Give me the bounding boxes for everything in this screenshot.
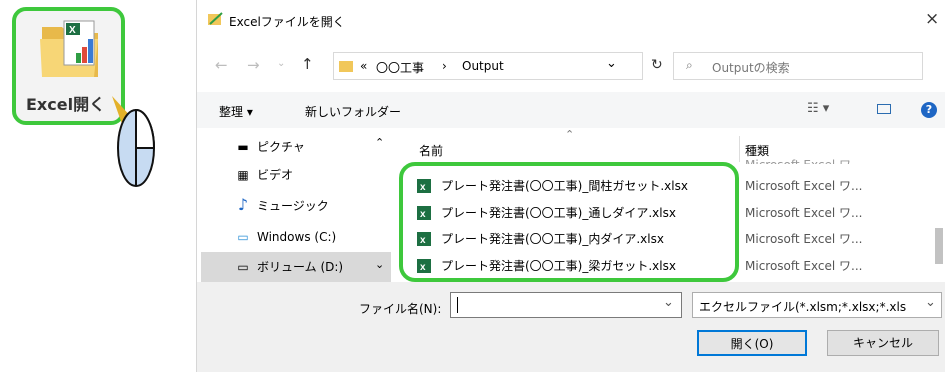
nav-scroll-up-icon[interactable]: ⌃ [375, 136, 384, 149]
excel-file-icon: x [417, 206, 431, 220]
file-list-scrollbar[interactable] [935, 228, 943, 264]
file-type: Microsoft Excel ワ... [745, 232, 863, 246]
music-icon: ♪ [237, 195, 249, 214]
search-placeholder: Outputの検索 [712, 61, 790, 75]
open-file-dialog: Excelファイルを開く × ← → ⌄ ↑ « 〇〇工事 › Output ⌄… [196, 0, 945, 372]
pictures-icon: ▬ [237, 140, 249, 154]
filename-input[interactable]: ⌄ [450, 292, 682, 318]
filename-label: ファイル名(N): [359, 302, 442, 316]
file-name: プレート発注書(〇〇工事)_梁ガセット.xlsx [441, 259, 676, 273]
navigation-pane: ▬ ピクチャ ▦ ビデオ ♪ ミュージック ▭ Windows (C:) ▭ ボリューム … [197, 132, 397, 282]
address-dropdown-icon[interactable]: ⌄ [606, 56, 617, 71]
nav-item-videos[interactable]: ▦ ビデオ [235, 164, 293, 186]
drive-d-icon: ▭ [237, 260, 249, 274]
forward-icon[interactable]: → [247, 56, 260, 74]
close-icon[interactable]: × [925, 9, 939, 29]
file-type: Microsoft Excel ワ... [745, 259, 863, 273]
address-prefix: « [360, 59, 368, 73]
file-name: プレート発注書(〇〇工事)_通しダイア.xlsx [441, 206, 676, 220]
svg-text:x: x [420, 235, 426, 246]
partial-row-type: Microsoft Excel ワ... [745, 156, 862, 164]
videos-icon: ▦ [237, 168, 249, 182]
up-icon[interactable]: ↑ [301, 55, 314, 73]
mouse-pointer-illustration [112, 96, 156, 187]
cancel-button[interactable]: キャンセル [827, 330, 939, 356]
svg-text:x: x [420, 262, 426, 273]
nav-item-music[interactable]: ♪ ミュージック [235, 194, 329, 216]
file-row[interactable]: x プレート発注書(〇〇工事)_内ダイア.xlsx Microsoft Exce… [401, 227, 945, 251]
sort-indicator-icon: ⌃ [565, 128, 575, 141]
file-name: プレート発注書(〇〇工事)_内ダイア.xlsx [441, 232, 664, 246]
nav-item-pictures[interactable]: ▬ ピクチャ [235, 136, 305, 158]
svg-text:x: x [420, 182, 426, 193]
dialog-title-bar: Excelファイルを開く × [197, 0, 945, 38]
back-icon[interactable]: ← [215, 56, 228, 74]
breadcrumb-separator: › [442, 59, 447, 73]
nav-item-drive-d[interactable]: ▭ ボリューム (D:) [235, 256, 343, 278]
file-list: 名前 ⌃ 種類 Microsoft Excel ワ... x プレート発注書(〇… [401, 128, 945, 282]
filetype-dropdown-icon: ⌄ [925, 295, 936, 310]
address-bar[interactable]: « 〇〇工事 › Output ⌄ [333, 52, 643, 80]
text-caret [457, 297, 458, 313]
search-icon: ⌕ [686, 58, 693, 72]
organize-menu[interactable]: 整理 ▾ [219, 103, 253, 120]
filetype-select[interactable]: エクセルファイル(*.xlsm;*.xlsx;*.xls ⌄ [692, 292, 942, 318]
breadcrumb-parent[interactable]: 〇〇工事 [376, 59, 424, 76]
column-divider[interactable] [739, 136, 740, 162]
breadcrumb-current[interactable]: Output [462, 59, 504, 73]
excel-file-icon: x [417, 232, 431, 246]
file-row[interactable]: x プレート発注書(〇〇工事)_間柱ガセット.xlsx Microsoft Ex… [401, 174, 945, 198]
nav-scroll-down-icon[interactable]: ⌄ [375, 258, 384, 271]
filetype-value: エクセルファイル(*.xlsm;*.xlsx;*.xls [699, 300, 907, 314]
search-box[interactable]: ⌕ Outputの検索 [673, 52, 923, 80]
new-folder-button[interactable]: 新しいフォルダー [305, 103, 401, 120]
recent-locations-icon[interactable]: ⌄ [277, 58, 285, 69]
excel-file-icon: x [417, 259, 431, 273]
folder-icon [339, 61, 353, 72]
excel-folder-icon: X [40, 20, 98, 77]
dialog-footer: ファイル名(N): ⌄ エクセルファイル(*.xlsm;*.xlsx;*.xls… [197, 282, 945, 372]
file-type: Microsoft Excel ワ... [745, 206, 863, 220]
dialog-app-icon [208, 12, 223, 25]
drive-c-icon: ▭ [237, 230, 249, 244]
filename-dropdown-icon[interactable]: ⌄ [663, 295, 674, 310]
column-header-name[interactable]: 名前 [419, 142, 443, 159]
nav-item-drive-c[interactable]: ▭ Windows (C:) [235, 226, 336, 248]
file-row[interactable]: x プレート発注書(〇〇工事)_通しダイア.xlsx Microsoft Exc… [401, 201, 945, 225]
view-options-icon[interactable]: ☷ ▾ [807, 101, 829, 116]
file-type: Microsoft Excel ワ... [745, 179, 863, 193]
excel-open-label: Excel開く [26, 95, 106, 114]
file-name: プレート発注書(〇〇工事)_間柱ガセット.xlsx [441, 179, 688, 193]
preview-pane-icon[interactable] [877, 104, 891, 114]
address-row: ← → ⌄ ↑ « 〇〇工事 › Output ⌄ ↻ ⌕ Outputの検索 [197, 46, 945, 86]
excel-file-icon: x [417, 179, 431, 193]
dialog-title: Excelファイルを開く [229, 15, 345, 29]
help-icon[interactable]: ? [921, 102, 937, 118]
file-row[interactable]: x プレート発注書(〇〇工事)_梁ガセット.xlsx Microsoft Exc… [401, 254, 945, 278]
dialog-toolbar: 整理 ▾ 新しいフォルダー ☷ ▾ ? [197, 92, 945, 128]
open-button[interactable]: 開く(O) [697, 330, 807, 356]
svg-text:X: X [69, 25, 76, 36]
svg-text:x: x [420, 209, 426, 220]
refresh-icon[interactable]: ↻ [651, 57, 663, 73]
